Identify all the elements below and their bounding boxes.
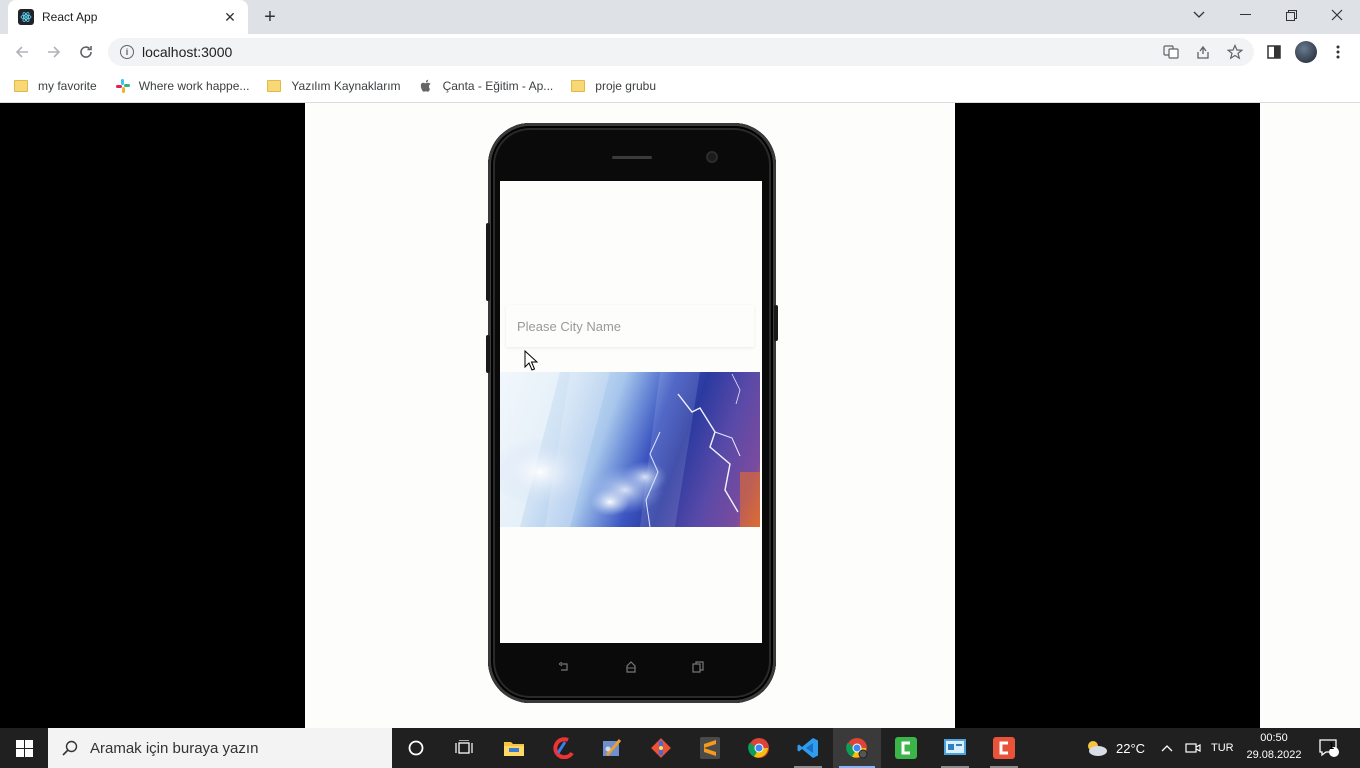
profile-avatar[interactable] [1294,40,1318,64]
bookmark-label: Yazılım Kaynaklarım [291,79,401,93]
clock-time: 00:50 [1260,732,1288,744]
restore-button[interactable] [1268,0,1314,30]
address-bar[interactable]: i localhost:3000 [108,38,1254,66]
tab-strip: React App ✕ + [0,0,1360,34]
back-key-icon [557,660,571,674]
folder-icon [267,80,282,92]
power-button [774,305,778,341]
app-container [305,103,955,728]
windows-start-icon[interactable] [0,728,48,768]
side-panel-icon[interactable] [1262,40,1286,64]
page-right-strip [1260,103,1360,728]
bookmark-label: my favorite [38,79,97,93]
tray-overflow-icon[interactable] [1161,728,1173,768]
ccleaner-icon[interactable] [540,728,588,768]
bookmark-canta[interactable]: Çanta - Eğitim - Ap... [419,78,554,94]
react-icon [18,9,34,25]
reload-button[interactable] [74,40,98,64]
translate-icon[interactable] [1162,43,1180,61]
browser-toolbar: i localhost:3000 [0,34,1360,70]
tab-title: React App [42,10,98,24]
task-view-icon[interactable] [440,728,488,768]
control-panel-icon[interactable] [931,728,979,768]
phone-frame [486,123,778,703]
clock-date: 29.08.2022 [1246,749,1302,761]
bookmark-my-favorite[interactable]: my favorite [14,79,97,93]
vscode-icon[interactable] [784,728,832,768]
share-icon[interactable] [1194,43,1212,61]
bookmarks-bar: my favorite Where work happe... Yazılım … [0,70,1360,103]
minimize-button[interactable] [1222,0,1268,30]
tab-react-app[interactable]: React App ✕ [8,0,248,34]
bookmark-label: proje grubu [595,79,656,93]
site-info-icon[interactable]: i [120,45,134,59]
system-clock[interactable]: 00:50 29.08.2022 [1243,730,1305,764]
camtasia-recorder-icon[interactable] [980,728,1028,768]
menu-kebab-icon[interactable] [1326,40,1350,64]
language-indicator[interactable]: TUR [1211,728,1234,768]
file-explorer-icon[interactable] [490,728,538,768]
search-icon [62,740,78,756]
bookmark-star-icon[interactable] [1226,43,1244,61]
notification-count: 1 [1329,741,1335,751]
taskbar-search-placeholder: Aramak için buraya yazın [90,739,259,757]
front-camera [706,151,718,163]
folder-icon [14,80,28,92]
tab-close-icon[interactable]: ✕ [222,9,238,26]
new-tab-button[interactable]: + [258,6,282,28]
page-viewport [0,103,1360,728]
windows-taskbar: Aramak için buraya yazın 22°C TUR 00:50 … [0,728,1360,768]
forward-button[interactable] [42,40,66,64]
meet-now-icon[interactable] [1185,728,1201,768]
sublime-text-icon[interactable] [686,728,734,768]
paint-brush-app-icon[interactable] [588,728,636,768]
tab-search-icon[interactable] [1176,0,1222,30]
mouse-cursor-icon [524,349,539,372]
language-label: TUR [1211,742,1234,754]
bookmark-proje-grubu[interactable]: proje grubu [571,79,656,93]
taskbar-search-box[interactable]: Aramak için buraya yazın [48,728,392,768]
camtasia-icon[interactable] [882,728,930,768]
bookmark-label: Çanta - Eğitim - Ap... [442,79,554,93]
home-key-icon [624,660,638,674]
volume-button [486,223,490,301]
notification-center-icon[interactable]: 1 [1318,728,1340,768]
slack-icon [115,78,131,94]
bookmark-label: Where work happe... [138,79,250,93]
chrome-window-icon[interactable] [833,728,881,768]
speaker-grille [612,156,652,159]
cortana-icon[interactable] [392,728,440,768]
recent-apps-icon [691,660,705,674]
weather-cloud-icon [1088,741,1107,756]
apple-icon [419,78,435,94]
url-text: localhost:3000 [142,44,233,60]
browser-window: React App ✕ + i localhost:3000 my favori… [0,0,1360,103]
phone-nav-bar [500,643,762,691]
weather-temperature: 22°C [1116,740,1146,756]
bookmark-slack[interactable]: Where work happe... [115,78,250,94]
back-button[interactable] [10,40,34,64]
city-search-input[interactable] [506,305,754,347]
folder-icon [571,80,586,92]
weather-image [500,372,760,527]
side-key [486,335,490,373]
weather-widget[interactable]: 22°C [1084,728,1145,768]
chrome-icon[interactable] [735,728,783,768]
bookmark-yazilim[interactable]: Yazılım Kaynaklarım [267,79,401,93]
git-app-icon[interactable] [637,728,685,768]
phone-screen [500,181,762,643]
close-window-button[interactable] [1314,0,1360,30]
